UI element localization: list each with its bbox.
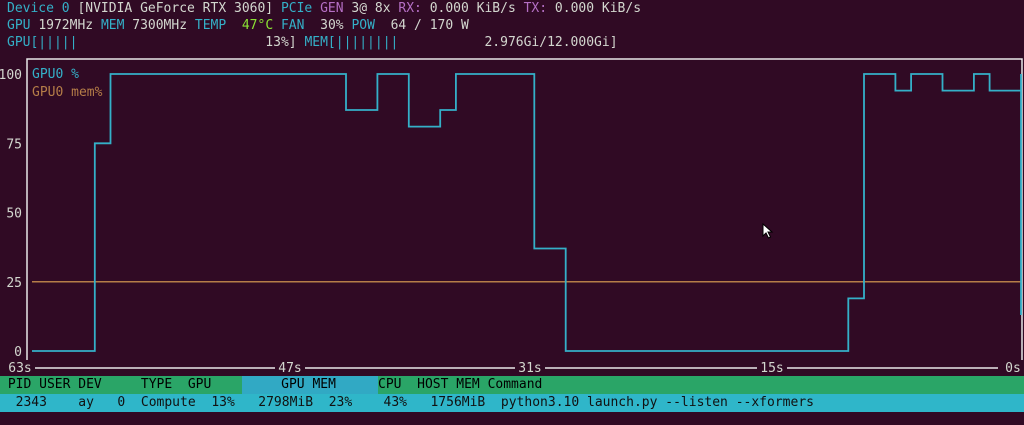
- gen-value: 3@ 8x: [351, 1, 391, 16]
- gpu-usage-chart: 100 75 50 25 0 63s 47s 31s 15s 0s GPU0 % GPU0 me…: [0, 58, 1024, 376]
- fan-value: 30%: [320, 18, 344, 33]
- gpu-clock-label: GPU: [7, 18, 31, 33]
- device-info-line: Device 0 [NVIDIA GeForce RTX 3060] PCIe …: [7, 0, 641, 17]
- rx-label: RX:: [398, 1, 422, 16]
- tx-value: 0.000 KiB/s: [554, 1, 642, 16]
- device-label: Device 0: [7, 1, 70, 16]
- mem-clock-label: MEM: [100, 18, 125, 33]
- rx-value: 0.000 KiB/s: [429, 1, 516, 16]
- temp-value: 47°C: [241, 18, 274, 33]
- y-tick-label: 25: [6, 276, 22, 291]
- process-header-rest: CPU HOST MEM Command: [378, 376, 1024, 394]
- pow-value: 64 / 170 W: [390, 18, 469, 33]
- gpu0-util-series-line: [32, 73, 1022, 352]
- meters-line: GPU[||||| 13%] MEM[|||||||| 2.976Gi/12.0…: [7, 34, 618, 51]
- gpu-meter-bar: [|||||: [30, 35, 78, 50]
- mem-meter-label: MEM: [304, 35, 328, 50]
- mem-clock-value: 7300MHz: [132, 18, 188, 33]
- y-tick-label: 0: [14, 345, 22, 360]
- process-row[interactable]: 2343 ay 0 Compute 13% 2798MiB 23% 43% 17…: [0, 394, 1024, 412]
- tx-label: TX:: [523, 1, 548, 16]
- x-tick-label: 0s: [1005, 361, 1021, 376]
- gpu-clock-value: 1972MHz: [38, 18, 94, 33]
- stats-line: GPU 1972MHz MEM 7300MHz TEMP 47°C FAN 30…: [7, 17, 469, 34]
- process-table-header: PID USER DEV TYPE GPU GPU MEM CPU HOST M…: [0, 376, 1024, 394]
- x-tick-label: 15s: [760, 361, 783, 376]
- process-header-gpu-mem[interactable]: GPU MEM: [242, 376, 378, 394]
- temp-label: TEMP: [194, 18, 227, 33]
- gpu-meter-value: 13%]: [265, 35, 297, 50]
- gen-label: GEN: [320, 1, 344, 16]
- chart-frame: [26, 58, 1023, 369]
- mouse-cursor-icon: [762, 223, 774, 239]
- y-tick-label: 75: [6, 137, 22, 152]
- y-tick-label: 100: [0, 68, 22, 83]
- y-tick-label: 50: [6, 207, 22, 222]
- mem-meter-value: 2.976Gi/12.000Gi]: [484, 35, 618, 50]
- pcie-label: PCIe: [280, 1, 313, 16]
- x-tick-label: 47s: [278, 361, 301, 376]
- legend-gpu0-util: GPU0 %: [32, 67, 79, 82]
- x-tick-label: 31s: [518, 361, 541, 376]
- mem-meter-bar: [||||||||: [327, 35, 399, 50]
- gpu-meter-label: GPU: [7, 35, 31, 50]
- pow-label: POW: [351, 18, 375, 33]
- fan-label: FAN: [280, 18, 305, 33]
- x-tick-label: 63s: [8, 361, 31, 376]
- legend-gpu0-mem: GPU0 mem%: [32, 85, 103, 100]
- device-name: [NVIDIA GeForce RTX 3060]: [77, 1, 274, 16]
- y-axis-ticks: 100 75 50 25 0: [0, 68, 22, 360]
- process-header-pid-gpu: PID USER DEV TYPE GPU: [0, 376, 242, 394]
